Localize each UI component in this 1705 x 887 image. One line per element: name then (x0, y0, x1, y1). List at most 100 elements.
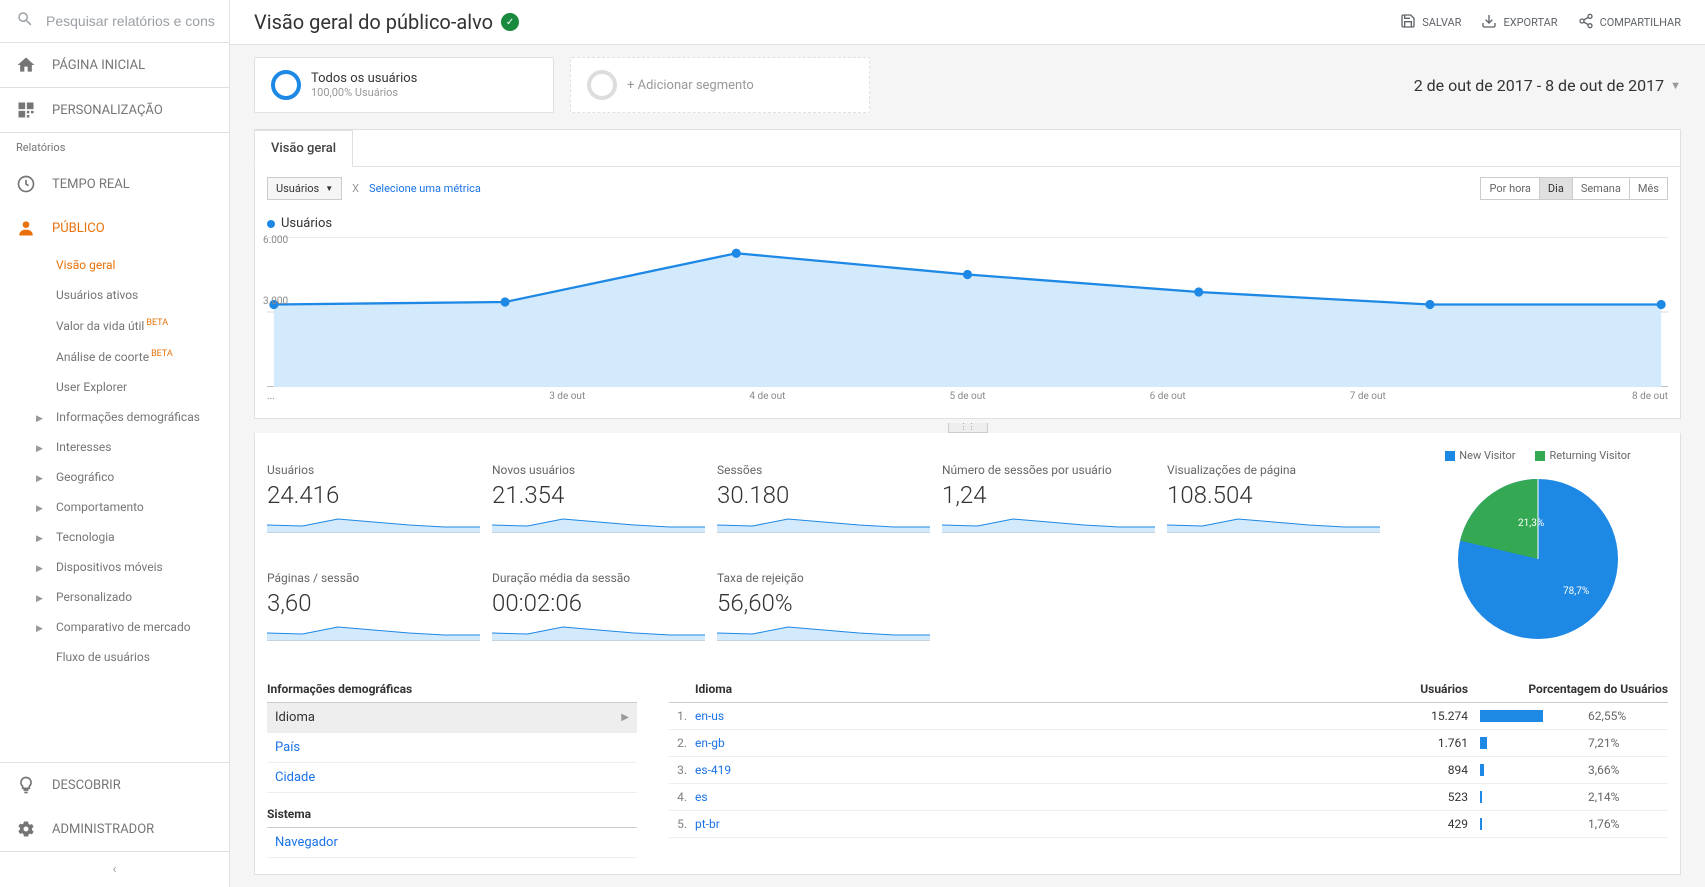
chevron-right-icon: ▶ (36, 594, 46, 604)
search-input[interactable] (46, 13, 227, 29)
sidebar-item-realtime[interactable]: TEMPO REAL (0, 162, 229, 206)
row-users: 429 (1378, 817, 1468, 831)
sidebar-item-home[interactable]: PÁGINA INICIAL (0, 43, 229, 87)
sub-overview[interactable]: Visão geral (0, 250, 229, 280)
chevron-right-icon: ▶ (36, 444, 46, 454)
segment-all-users[interactable]: Todos os usuários 100,00% Usuários (254, 57, 554, 113)
save-icon (1400, 13, 1416, 32)
sub-geo[interactable]: ▶Geográfico (0, 462, 229, 492)
sub-explorer[interactable]: User Explorer (0, 372, 229, 402)
sub-custom[interactable]: ▶Personalizado (0, 582, 229, 612)
metric-card[interactable]: Páginas / sessão 3,60 (267, 557, 492, 641)
bulb-icon (16, 775, 40, 795)
metric-value: 21.354 (492, 481, 705, 509)
add-segment-button[interactable]: + Adicionar segmento (570, 57, 870, 113)
row-name: en-us (695, 709, 1378, 723)
time-day[interactable]: Dia (1539, 178, 1572, 199)
expand-grip[interactable]: ⋮⋮ (948, 423, 988, 433)
dim-browser[interactable]: Navegador (267, 828, 637, 858)
metrics-grid: Usuários 24.416 Novos usuários 21.354 Se… (267, 449, 1392, 641)
sparkline (717, 623, 930, 641)
search-row (0, 0, 229, 43)
sub-behavior[interactable]: ▶Comportamento (0, 492, 229, 522)
pie-returning-label: 21,3% (1518, 518, 1544, 529)
gear-icon (16, 819, 40, 839)
table-row[interactable]: 1. en-us 15.274 62,55% (669, 703, 1668, 730)
export-icon (1481, 13, 1497, 32)
sidebar-item-audience[interactable]: PÚBLICO (0, 206, 229, 250)
metric-value: 1,24 (942, 481, 1155, 509)
sub-cohort[interactable]: Análise de coorteBETA (0, 341, 229, 372)
dim-language[interactable]: Idioma▶ (267, 703, 637, 733)
collapse-sidebar-button[interactable]: ‹ (0, 851, 229, 887)
tab-overview[interactable]: Visão geral (254, 130, 353, 167)
row-users: 894 (1378, 763, 1468, 777)
dim-header-system: Sistema (267, 801, 637, 828)
metric-card[interactable]: Número de sessões por usuário 1,24 (942, 449, 1167, 533)
sub-technology[interactable]: ▶Tecnologia (0, 522, 229, 552)
remove-metric-button[interactable]: X (352, 182, 359, 195)
sub-interests[interactable]: ▶Interesses (0, 432, 229, 462)
sidebar-item-discover[interactable]: DESCOBRIR (0, 763, 229, 807)
home-icon (16, 55, 40, 75)
metric-card[interactable]: Usuários 24.416 (267, 449, 492, 533)
table-row[interactable]: 2. en-gb 1.761 7,21% (669, 730, 1668, 757)
time-month[interactable]: Mês (1629, 178, 1667, 199)
ring-icon (271, 70, 301, 100)
sidebar: PÁGINA INICIAL PERSONALIZAÇÃO Relatórios… (0, 0, 230, 887)
data-table: Idioma Usuários Porcentagem do Usuários … (669, 676, 1668, 858)
metric-card[interactable]: Sessões 30.180 (717, 449, 942, 533)
metric-card[interactable]: Duração média da sessão 00:02:06 (492, 557, 717, 641)
sub-flow[interactable]: Fluxo de usuários (0, 642, 229, 672)
sub-benchmarking[interactable]: ▶Comparativo de mercado (0, 612, 229, 642)
time-week[interactable]: Semana (1572, 178, 1629, 199)
row-users: 15.274 (1378, 709, 1468, 723)
sidebar-label: PÚBLICO (52, 221, 105, 236)
metric-label: Sessões (717, 449, 930, 477)
col-dimension: Idioma (695, 682, 1378, 696)
col-users: Usuários (1378, 682, 1468, 696)
share-button[interactable]: COMPARTILHAR (1578, 13, 1681, 32)
select-metric-link[interactable]: Selecione uma métrica (369, 182, 481, 195)
line-chart[interactable]: 6.0003.000 (267, 237, 1668, 387)
row-pct: 3,66% (1588, 763, 1619, 777)
sub-ltv[interactable]: Valor da vida útilBETA (0, 310, 229, 341)
sub-mobile[interactable]: ▶Dispositivos móveis (0, 552, 229, 582)
dim-country[interactable]: País (267, 733, 637, 763)
metric-value: 56,60% (717, 589, 930, 617)
col-pct: Porcentagem do Usuários (1468, 682, 1668, 696)
save-button[interactable]: SALVAR (1400, 13, 1461, 32)
chevron-right-icon: ▶ (36, 414, 46, 424)
sub-demographics[interactable]: ▶Informações demográficas (0, 402, 229, 432)
metric-card[interactable]: Taxa de rejeição 56,60% (717, 557, 942, 641)
sidebar-item-admin[interactable]: ADMINISTRADOR (0, 807, 229, 851)
search-icon (16, 10, 34, 32)
chart-area: Usuários 6.0003.000 ...3 de out4 de out5… (255, 210, 1680, 418)
table-row[interactable]: 4. es 523 2,14% (669, 784, 1668, 811)
metric-card[interactable]: Novos usuários 21.354 (492, 449, 717, 533)
chevron-down-icon: ▼ (1670, 79, 1681, 92)
dim-city[interactable]: Cidade (267, 763, 637, 793)
add-segment-label: + Adicionar segmento (627, 78, 754, 93)
table-row[interactable]: 3. es-419 894 3,66% (669, 757, 1668, 784)
clock-icon (16, 174, 40, 194)
metric-value: 3,60 (267, 589, 480, 617)
sidebar-label: TEMPO REAL (52, 177, 130, 192)
time-hour[interactable]: Por hora (1481, 178, 1538, 199)
metric-label: Visualizações de página (1167, 449, 1380, 477)
table-row[interactable]: 5. pt-br 429 1,76% (669, 811, 1668, 838)
metric-dropdown[interactable]: Usuários▼ (267, 177, 342, 200)
dot-icon (267, 220, 275, 228)
segment-title: Todos os usuários (311, 71, 417, 86)
date-range-picker[interactable]: 2 de out de 2017 - 8 de out de 2017 ▼ (1414, 76, 1681, 95)
export-button[interactable]: EXPORTAR (1481, 13, 1557, 32)
pie-new-label: 78,7% (1563, 586, 1589, 597)
pie-chart[interactable]: 21,3% 78,7% (1408, 474, 1668, 644)
sub-active-users[interactable]: Usuários ativos (0, 280, 229, 310)
metric-card[interactable]: Visualizações de página 108.504 (1167, 449, 1392, 533)
sidebar-item-custom[interactable]: PERSONALIZAÇÃO (0, 88, 229, 132)
main-content: Visão geral do público-alvo ✓ SALVAR EXP… (230, 0, 1705, 887)
row-pct: 1,76% (1588, 817, 1619, 831)
metric-label: Número de sessões por usuário (942, 449, 1155, 477)
row-name: es (695, 790, 1378, 804)
